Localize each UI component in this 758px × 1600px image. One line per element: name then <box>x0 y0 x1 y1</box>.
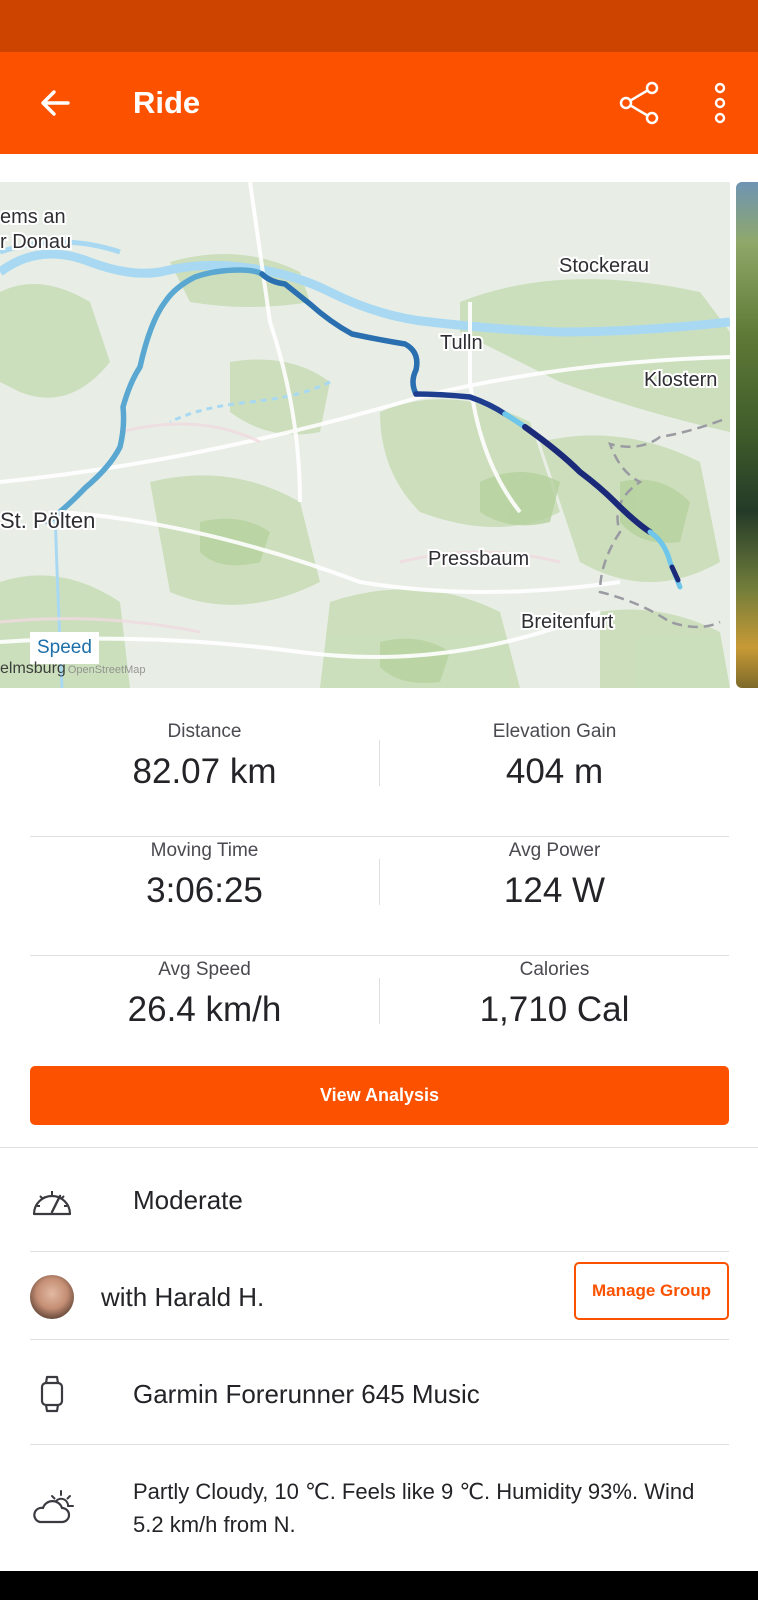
stat-label: Calories <box>519 959 590 980</box>
row-divider <box>30 1251 729 1252</box>
activity-photo-thumbnail[interactable] <box>736 182 758 688</box>
osm-attribution: OpenStreetMap <box>67 664 146 676</box>
map-label: r Donau <box>0 231 71 253</box>
stat-label: Avg Speed <box>158 959 251 980</box>
stat-value: 26.4 km/h <box>127 990 282 1029</box>
stat-label: Moving Time <box>150 840 259 861</box>
map-label: Tulln <box>440 332 483 354</box>
stat-label: Distance <box>167 721 242 742</box>
perceived-exertion-row[interactable]: Moderate <box>30 1178 729 1222</box>
more-vertical-icon <box>714 82 726 124</box>
gauge-icon <box>30 1178 74 1222</box>
arrow-left-icon <box>41 90 70 116</box>
stats-row: Avg Speed 26.4 km/h Calories 1,710 Cal <box>30 956 729 1075</box>
share-button[interactable] <box>614 78 666 128</box>
device-row: Garmin Forerunner 645 Music <box>30 1372 729 1416</box>
stats-row: Distance 82.07 km Elevation Gain 404 m <box>30 718 729 837</box>
map-label: St. Pölten <box>0 508 95 533</box>
map-label: Pressbaum <box>428 548 529 570</box>
more-options-button[interactable] <box>700 78 740 128</box>
stat-label: Avg Power <box>508 840 601 861</box>
back-button[interactable] <box>30 78 80 128</box>
app-bar: Ride <box>0 52 758 154</box>
avatar[interactable] <box>30 1275 74 1319</box>
map-label: Stockerau <box>559 255 649 277</box>
watch-icon <box>30 1372 74 1416</box>
partly-cloudy-icon <box>30 1486 74 1530</box>
stats-row: Moving Time 3:06:25 Avg Power 124 W <box>30 837 729 956</box>
map-label: Breitenfurt <box>521 611 614 633</box>
map-label: Klostern <box>644 369 717 391</box>
map-label: ems an <box>0 206 66 228</box>
stat-distance: Distance 82.07 km <box>30 718 379 794</box>
stat-avg-power: Avg Power 124 W <box>380 837 729 913</box>
group-row[interactable]: with Harald H. Manage Group <box>30 1262 729 1320</box>
stat-value: 1,710 Cal <box>479 990 630 1029</box>
stat-calories: Calories 1,710 Cal <box>380 956 729 1032</box>
device-name: Garmin Forerunner 645 Music <box>133 1379 480 1409</box>
weather-row: Partly Cloudy, 10 ℃. Feels like 9 ℃. Hum… <box>30 1475 729 1541</box>
weather-description: Partly Cloudy, 10 ℃. Feels like 9 ℃. Hum… <box>133 1479 695 1537</box>
system-navigation-bar <box>0 1571 758 1600</box>
view-analysis-button[interactable]: View Analysis <box>30 1066 729 1125</box>
page-title: Ride <box>133 85 201 120</box>
share-icon <box>619 81 659 125</box>
stat-value: 404 m <box>505 752 604 791</box>
stat-moving-time: Moving Time 3:06:25 <box>30 837 379 913</box>
row-divider <box>30 1444 729 1445</box>
row-divider <box>30 1339 729 1340</box>
map-attribution: elmsburg OpenStreetMap <box>0 660 145 678</box>
manage-group-button[interactable]: Manage Group <box>574 1262 729 1320</box>
stat-avg-speed: Avg Speed 26.4 km/h <box>30 956 379 1032</box>
map-label: elmsburg <box>0 660 66 677</box>
stat-value: 82.07 km <box>132 752 277 791</box>
group-members-label: with Harald H. <box>101 1282 265 1312</box>
perceived-exertion-label: Moderate <box>133 1185 243 1215</box>
status-bar <box>0 0 758 52</box>
stat-elevation-gain: Elevation Gain 404 m <box>380 718 729 794</box>
stat-value: 124 W <box>503 871 606 910</box>
stat-label: Elevation Gain <box>492 721 617 742</box>
stats-grid: Distance 82.07 km Elevation Gain 404 m M… <box>30 718 729 1075</box>
route-map[interactable]: ems an r Donau Stockerau Tulln Klostern … <box>0 182 730 688</box>
section-divider <box>0 1147 758 1148</box>
stat-value: 3:06:25 <box>146 871 263 910</box>
map-canvas: ems an r Donau Stockerau Tulln Klostern … <box>0 182 730 688</box>
